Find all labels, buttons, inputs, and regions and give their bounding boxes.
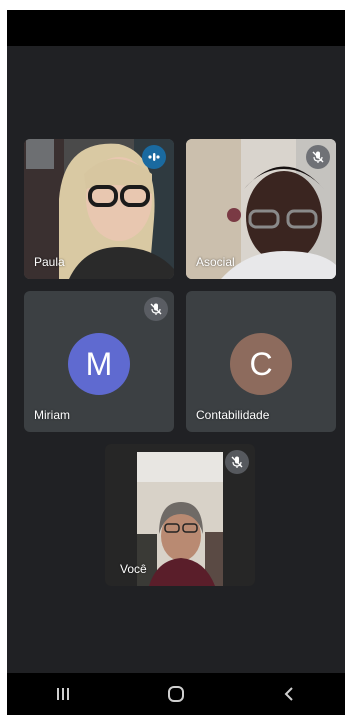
speaking-indicator [142,145,166,169]
avatar-initial: M [85,345,113,382]
status-bar [7,10,345,46]
back-icon [284,687,293,701]
mic-off-badge [144,297,168,321]
home-icon [167,686,184,702]
avatar-initial: C [249,345,273,382]
participant-tile-paula[interactable]: Paula [24,139,174,279]
meeting-screen: Paula Asocial M Miriam C Contabilidade V… [7,10,345,715]
mic-off-icon [231,456,243,468]
participant-tile-contabilidade[interactable]: C Contabilidade [186,291,336,432]
system-navigation-bar [7,673,345,715]
participant-name: Asocial [196,255,235,269]
recents-icon [57,688,70,700]
participant-name: Paula [34,255,65,269]
participant-name: Miriam [34,408,70,422]
home-button[interactable] [146,673,206,715]
avatar: C [230,333,292,395]
self-view-tile[interactable]: Você [105,444,255,586]
participant-name: Você [120,562,147,576]
recents-button[interactable] [33,673,93,715]
participant-tile-asocial[interactable]: Asocial [186,139,336,279]
mic-off-badge [306,145,330,169]
participant-tile-miriam[interactable]: M Miriam [24,291,174,432]
mic-off-badge [225,450,249,474]
avatar: M [68,333,130,395]
back-button[interactable] [259,673,319,715]
mic-off-icon [312,151,324,163]
participant-name: Contabilidade [196,408,270,422]
mic-off-icon [150,303,162,315]
audio-level-icon [148,153,160,161]
